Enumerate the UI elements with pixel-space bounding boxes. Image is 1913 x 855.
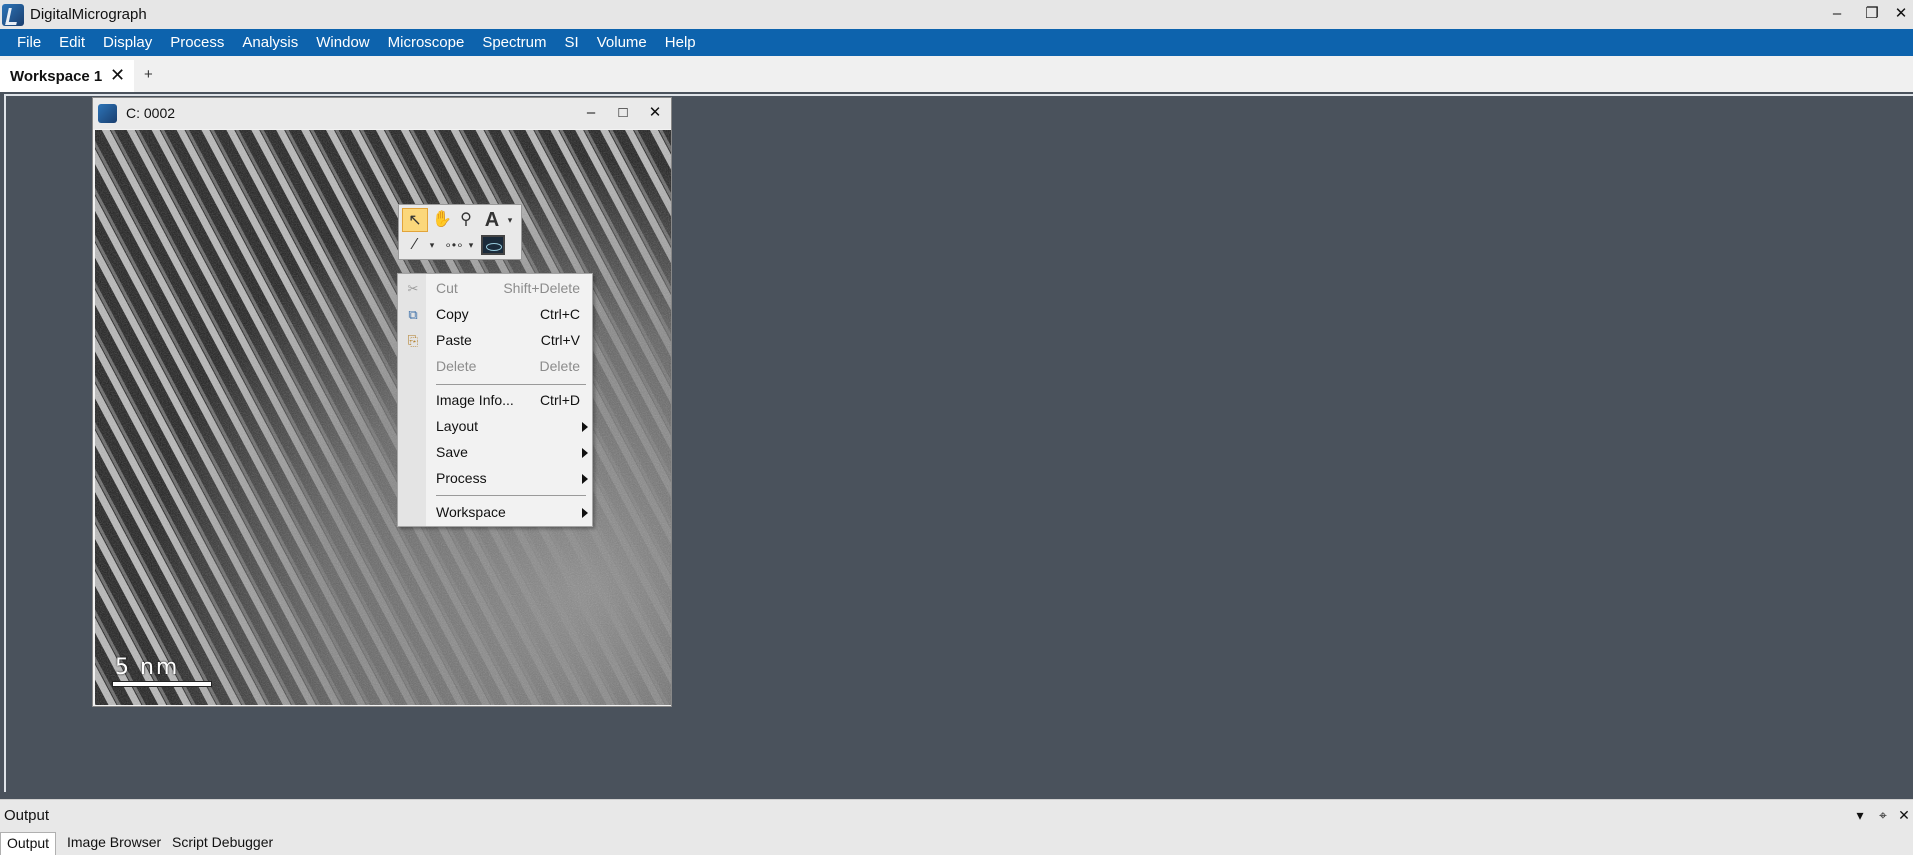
copy-icon: ⧉ xyxy=(408,307,418,322)
menu-help[interactable]: Help xyxy=(656,29,705,56)
menu-item-delete[interactable]: Delete Delete xyxy=(398,354,592,380)
menu-separator xyxy=(436,384,586,385)
paste-icon: ⎘ xyxy=(407,333,419,348)
output-panel-header: Output ▾ ⌖ ✕ xyxy=(0,799,1913,829)
hand-tool[interactable]: ✋ xyxy=(429,208,455,232)
digitalmicrograph-app-icon xyxy=(2,3,24,26)
menu-item-process[interactable]: Process xyxy=(398,466,592,492)
image-window-titlebar[interactable]: C: 0002 – □ ✕ xyxy=(93,98,671,129)
add-workspace-button[interactable]: + xyxy=(144,66,153,83)
title-bar: DigitalMicrograph – ❐ ✕ xyxy=(0,0,1913,29)
profile-roi-icon[interactable] xyxy=(481,235,505,255)
output-panel-title: Output xyxy=(4,807,50,824)
output-panel-tabs: Output Image Browser Script Debugger xyxy=(0,829,1913,855)
menu-spectrum[interactable]: Spectrum xyxy=(473,29,555,56)
image-close-button[interactable]: ✕ xyxy=(644,102,666,124)
scale-bar-label: 5 nm xyxy=(115,655,180,680)
text-tool[interactable]: A xyxy=(479,208,505,232)
image-maximize-button[interactable]: □ xyxy=(612,102,634,124)
menu-separator xyxy=(436,495,586,496)
menu-item-workspace[interactable]: Workspace xyxy=(398,500,592,526)
pin-icon[interactable]: ⌖ xyxy=(1874,806,1892,824)
app-title: DigitalMicrograph xyxy=(30,6,147,23)
menu-process[interactable]: Process xyxy=(161,29,233,56)
text-tool-dropdown-icon[interactable]: ▾ xyxy=(503,208,517,232)
menu-display[interactable]: Display xyxy=(94,29,161,56)
minimize-button[interactable]: – xyxy=(1822,3,1852,25)
submenu-arrow-icon xyxy=(582,422,588,432)
close-button[interactable]: ✕ xyxy=(1886,3,1913,25)
tab-label: Workspace 1 xyxy=(10,67,103,85)
menu-item-paste[interactable]: ⎘ Paste Ctrl+V xyxy=(398,328,592,354)
menu-edit[interactable]: Edit xyxy=(50,29,94,56)
image-document-icon xyxy=(98,104,117,123)
menu-item-copy[interactable]: ⧉ Copy Ctrl+C xyxy=(398,302,592,328)
chevron-down-icon[interactable]: ▾ xyxy=(1851,806,1869,824)
context-menu: ✂ Cut Shift+Delete ⧉ Copy Ctrl+C ⎘ Paste… xyxy=(397,273,593,527)
menu-bar: File Edit Display Process Analysis Windo… xyxy=(0,29,1913,56)
image-window-title: C: 0002 xyxy=(126,105,176,121)
submenu-arrow-icon xyxy=(582,474,588,484)
menu-window[interactable]: Window xyxy=(307,29,378,56)
image-minimize-button[interactable]: – xyxy=(580,102,602,124)
menu-microscope[interactable]: Microscope xyxy=(379,29,474,56)
close-panel-icon[interactable]: ✕ xyxy=(1895,806,1913,824)
menu-volume[interactable]: Volume xyxy=(588,29,656,56)
menu-item-cut[interactable]: ✂ Cut Shift+Delete xyxy=(398,276,592,302)
scale-bar xyxy=(112,681,212,687)
submenu-arrow-icon xyxy=(582,448,588,458)
tab-output[interactable]: Output xyxy=(0,832,57,855)
tab-script-debugger[interactable]: Script Debugger xyxy=(166,832,279,855)
scissors-icon: ✂ xyxy=(407,281,419,296)
submenu-arrow-icon xyxy=(582,508,588,518)
menu-item-save[interactable]: Save xyxy=(398,440,592,466)
menu-file[interactable]: File xyxy=(8,29,50,56)
menu-item-image-info[interactable]: Image Info... Ctrl+D xyxy=(398,388,592,414)
tab-workspace-1[interactable]: Workspace 1 ✕ xyxy=(0,60,134,92)
line-tool-dropdown-icon[interactable]: ▾ xyxy=(425,233,439,257)
close-tab-icon[interactable]: ✕ xyxy=(110,65,125,86)
menu-analysis[interactable]: Analysis xyxy=(233,29,307,56)
restore-button[interactable]: ❐ xyxy=(1857,3,1887,25)
tab-image-browser[interactable]: Image Browser xyxy=(61,832,167,855)
workspace-tab-bar: Workspace 1 ✕ + xyxy=(0,56,1913,92)
zoom-tool[interactable]: ⚲ xyxy=(453,208,479,232)
menu-item-layout[interactable]: Layout xyxy=(398,414,592,440)
pointer-tool[interactable]: ↖ xyxy=(402,208,428,232)
points-tool-dropdown-icon[interactable]: ▾ xyxy=(464,233,478,257)
menu-si[interactable]: SI xyxy=(556,29,588,56)
tool-palette: ↖ ✋ ⚲ A ▾ ∕ ▾ ∘•∘ ▾ xyxy=(398,204,522,260)
